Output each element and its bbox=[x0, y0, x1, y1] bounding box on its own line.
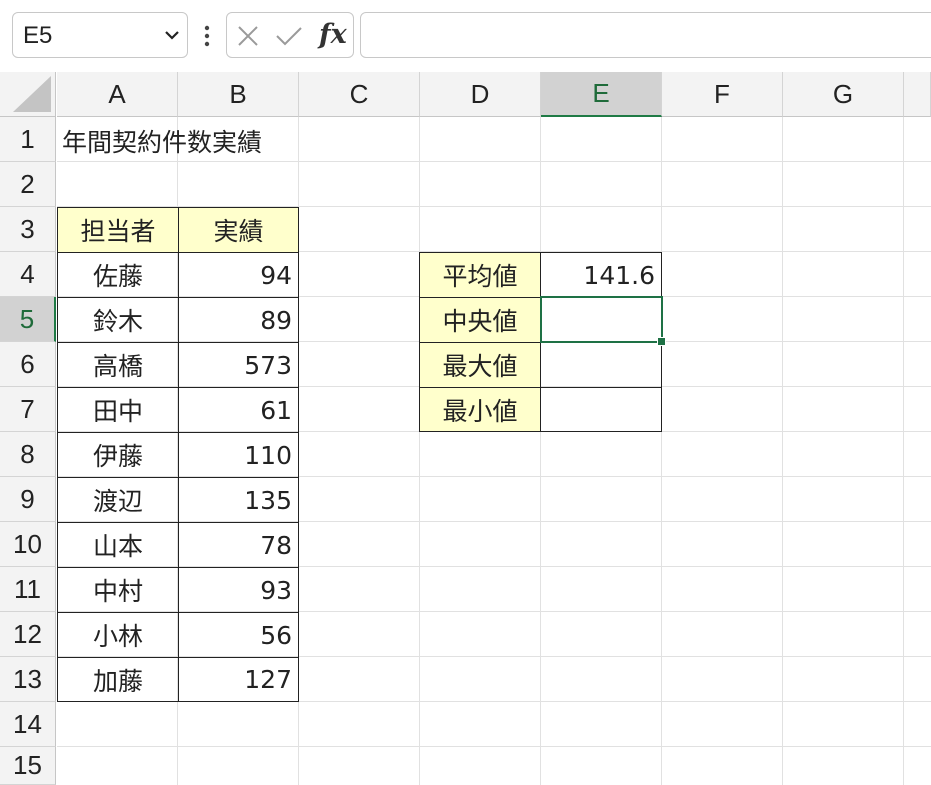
row-header-5[interactable]: 5 bbox=[0, 297, 56, 342]
name-box-value: E5 bbox=[23, 22, 53, 49]
row-header-2[interactable]: 2 bbox=[0, 162, 56, 207]
table-cell-value[interactable]: 93 bbox=[178, 567, 299, 613]
table-cell-value[interactable]: 110 bbox=[178, 432, 299, 478]
formula-input[interactable] bbox=[360, 12, 931, 58]
table-cell-name[interactable]: 小林 bbox=[57, 612, 179, 658]
formula-buttons: fx bbox=[226, 12, 354, 58]
table-cell-value[interactable]: 127 bbox=[178, 657, 299, 702]
table-cell-name[interactable]: 高橋 bbox=[57, 342, 179, 388]
column-header-g[interactable]: G bbox=[783, 72, 904, 117]
more-options-icon[interactable] bbox=[200, 24, 214, 48]
column-header-c[interactable]: C bbox=[299, 72, 420, 117]
sheet-title[interactable]: 年間契約件数実績 bbox=[62, 118, 262, 163]
row-header-1[interactable]: 1 bbox=[0, 117, 56, 162]
row-header-13[interactable]: 13 bbox=[0, 657, 56, 702]
column-header-b[interactable]: B bbox=[178, 72, 299, 117]
select-all-triangle-icon bbox=[13, 76, 51, 112]
table-cell-name[interactable]: 山本 bbox=[57, 522, 179, 568]
cancel-icon[interactable] bbox=[237, 25, 259, 47]
table-cell-value[interactable]: 89 bbox=[178, 297, 299, 343]
row-header-10[interactable]: 10 bbox=[0, 522, 56, 567]
table-header-person[interactable]: 担当者 bbox=[57, 207, 179, 253]
table-cell-name[interactable]: 渡辺 bbox=[57, 477, 179, 523]
active-cell-selection[interactable] bbox=[540, 296, 663, 343]
row-header-7[interactable]: 7 bbox=[0, 387, 56, 432]
table-cell-value[interactable]: 56 bbox=[178, 612, 299, 658]
stats-value-min[interactable] bbox=[540, 387, 662, 432]
stats-label-min[interactable]: 最小値 bbox=[419, 387, 541, 432]
table-cell-value[interactable]: 94 bbox=[178, 252, 299, 298]
table-cell-name[interactable]: 中村 bbox=[57, 567, 179, 613]
table-cell-value[interactable]: 135 bbox=[178, 477, 299, 523]
row-header-12[interactable]: 12 bbox=[0, 612, 56, 657]
row-header-8[interactable]: 8 bbox=[0, 432, 56, 477]
row-header-6[interactable]: 6 bbox=[0, 342, 56, 387]
table-cell-name[interactable]: 佐藤 bbox=[57, 252, 179, 298]
stats-value-max[interactable] bbox=[540, 342, 662, 388]
column-header-e[interactable]: E bbox=[541, 72, 662, 117]
check-icon[interactable] bbox=[275, 25, 303, 47]
table-cell-value[interactable]: 61 bbox=[178, 387, 299, 433]
column-header-h[interactable] bbox=[904, 72, 931, 117]
row-header-14[interactable]: 14 bbox=[0, 702, 56, 747]
table-header-results[interactable]: 実績 bbox=[178, 207, 299, 253]
row-header-4[interactable]: 4 bbox=[0, 252, 56, 297]
stats-label-max[interactable]: 最大値 bbox=[419, 342, 541, 388]
table-cell-value[interactable]: 78 bbox=[178, 522, 299, 568]
table-cell-value[interactable]: 573 bbox=[178, 342, 299, 388]
insert-function-icon[interactable]: fx bbox=[319, 19, 347, 50]
fill-handle[interactable] bbox=[657, 337, 666, 346]
column-header-f[interactable]: F bbox=[662, 72, 783, 117]
table-cell-name[interactable]: 鈴木 bbox=[57, 297, 179, 343]
table-cell-name[interactable]: 加藤 bbox=[57, 657, 179, 702]
column-header-d[interactable]: D bbox=[420, 72, 541, 117]
row-header-11[interactable]: 11 bbox=[0, 567, 56, 612]
chevron-down-icon[interactable] bbox=[163, 26, 181, 44]
table-cell-name[interactable]: 伊藤 bbox=[57, 432, 179, 478]
stats-value-mean[interactable]: 141.6 bbox=[540, 252, 662, 298]
name-box[interactable]: E5 bbox=[12, 12, 188, 58]
row-header-9[interactable]: 9 bbox=[0, 477, 56, 522]
table-cell-name[interactable]: 田中 bbox=[57, 387, 179, 433]
column-header-a[interactable]: A bbox=[57, 72, 178, 117]
row-header-3[interactable]: 3 bbox=[0, 207, 56, 252]
row-header-15[interactable]: 15 bbox=[0, 747, 56, 785]
stats-label-mean[interactable]: 平均値 bbox=[419, 252, 541, 298]
select-all-corner[interactable] bbox=[0, 72, 56, 117]
stats-label-median[interactable]: 中央値 bbox=[419, 297, 541, 343]
formula-bar: E5 fx bbox=[0, 0, 931, 72]
